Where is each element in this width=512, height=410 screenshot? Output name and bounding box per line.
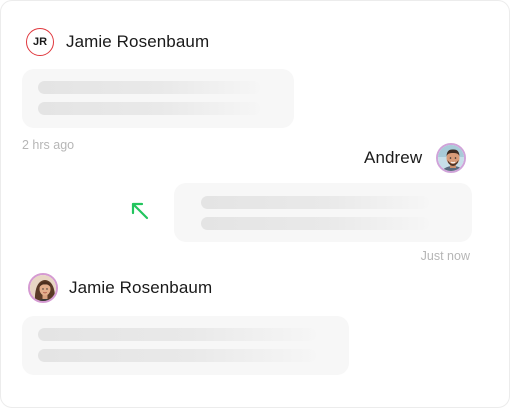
avatar[interactable]: JR [26, 28, 54, 56]
message-header: Jamie Rosenbaum [28, 273, 212, 303]
message-bubble[interactable] [22, 69, 294, 128]
woman-avatar-photo-icon[interactable] [28, 273, 58, 303]
sender-name[interactable]: Jamie Rosenbaum [69, 278, 212, 298]
skeleton-line [201, 217, 429, 230]
message-timestamp: Just now [420, 249, 470, 263]
skeleton-line [201, 196, 429, 209]
message-header: Andrew [364, 143, 467, 173]
message-header: JR Jamie Rosenbaum [26, 28, 209, 56]
message-bubble[interactable] [22, 316, 349, 375]
skeleton-line [38, 102, 260, 115]
sender-name[interactable]: Jamie Rosenbaum [66, 32, 209, 52]
sender-name[interactable]: Andrew [364, 148, 422, 168]
avatar-initials: JR [32, 36, 48, 48]
skeleton-line [38, 81, 260, 94]
arrow-cursor-icon [129, 200, 153, 224]
chat-thread: JR Jamie Rosenbaum 2 hrs ago Andrew Just… [0, 0, 510, 408]
skeleton-line [38, 349, 316, 362]
message-timestamp: 2 hrs ago [22, 138, 75, 152]
message-bubble[interactable] [174, 183, 472, 242]
skeleton-line [38, 328, 316, 341]
man-avatar-photo-icon[interactable] [436, 143, 467, 173]
